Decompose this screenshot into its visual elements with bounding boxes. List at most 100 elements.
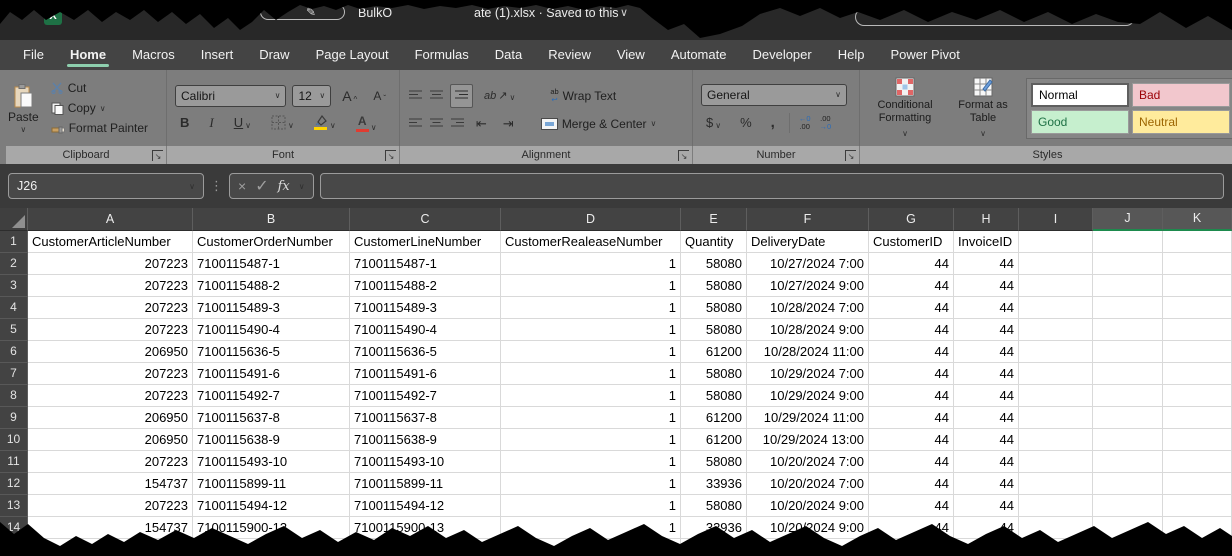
cell-A9[interactable]: 206950 [28, 407, 193, 429]
cell-E8[interactable]: 58080 [681, 385, 747, 407]
cell-D15[interactable] [501, 539, 681, 556]
cell-G10[interactable]: 44 [869, 429, 954, 451]
cell-E1[interactable]: Quantity [681, 231, 747, 253]
conditional-formatting-dropdown-icon[interactable]: ∨ [902, 127, 908, 140]
column-header-K[interactable]: K [1163, 208, 1232, 231]
cell-H8[interactable]: 44 [954, 385, 1019, 407]
cell-F7[interactable]: 10/29/2024 7:00 [747, 363, 869, 385]
tab-file[interactable]: File [10, 40, 57, 70]
cell-G6[interactable]: 44 [869, 341, 954, 363]
cell-A8[interactable]: 207223 [28, 385, 193, 407]
decrease-font-size-button[interactable]: Aˇ [368, 89, 391, 103]
cell-D12[interactable]: 1 [501, 473, 681, 495]
search-box-fragment[interactable] [855, 8, 1135, 26]
cell-G12[interactable]: 44 [869, 473, 954, 495]
cell-B14[interactable]: 7100115900-13 [193, 517, 350, 539]
cell-E10[interactable]: 61200 [681, 429, 747, 451]
format-as-table-dropdown-icon[interactable]: ∨ [980, 127, 986, 140]
cell-F9[interactable]: 10/29/2024 11:00 [747, 407, 869, 429]
cell-F10[interactable]: 10/29/2024 13:00 [747, 429, 869, 451]
cell-I3[interactable] [1019, 275, 1093, 297]
cell-I11[interactable] [1019, 451, 1093, 473]
row-header-1[interactable]: 1 [0, 231, 28, 253]
cell-H5[interactable]: 44 [954, 319, 1019, 341]
align-top-button[interactable] [408, 87, 423, 105]
increase-indent-button[interactable]: ⇥ [498, 116, 519, 132]
cell-E6[interactable]: 61200 [681, 341, 747, 363]
cell-D1[interactable]: CustomerRealeaseNumber [501, 231, 681, 253]
borders-dropdown-icon[interactable]: ∨ [288, 121, 294, 130]
cell-C4[interactable]: 7100115489-3 [350, 297, 501, 319]
font-color-dropdown-icon[interactable]: ∨ [371, 123, 377, 132]
decrease-decimal-button[interactable]: .00→0 [820, 115, 832, 131]
cell-B4[interactable]: 7100115489-3 [193, 297, 350, 319]
row-header-10[interactable]: 10 [0, 429, 28, 451]
italic-button[interactable]: I [204, 115, 218, 131]
cell-C13[interactable]: 7100115494-12 [350, 495, 501, 517]
cell-H9[interactable]: 44 [954, 407, 1019, 429]
bold-button[interactable]: B [175, 115, 194, 130]
tab-insert[interactable]: Insert [188, 40, 247, 70]
row-header-12[interactable]: 12 [0, 473, 28, 495]
tab-view[interactable]: View [604, 40, 658, 70]
cell-E5[interactable]: 58080 [681, 319, 747, 341]
tab-help[interactable]: Help [825, 40, 878, 70]
excel-app-icon[interactable]: X [44, 7, 62, 25]
cell-A4[interactable]: 207223 [28, 297, 193, 319]
paste-dropdown-icon[interactable]: ∨ [20, 125, 26, 134]
cell-E11[interactable]: 58080 [681, 451, 747, 473]
font-name-dropdown-icon[interactable]: ∨ [275, 91, 281, 100]
name-box-dropdown-icon[interactable]: ∨ [189, 182, 195, 191]
cell-C10[interactable]: 7100115638-9 [350, 429, 501, 451]
row-header-5[interactable]: 5 [0, 319, 28, 341]
cell-J9[interactable] [1093, 407, 1163, 429]
cell-H2[interactable]: 44 [954, 253, 1019, 275]
column-header-E[interactable]: E [681, 208, 747, 231]
cell-K11[interactable] [1163, 451, 1232, 473]
paste-button[interactable]: Paste ∨ [8, 83, 39, 134]
cell-A1[interactable]: CustomerArticleNumber [28, 231, 193, 253]
cell-I6[interactable] [1019, 341, 1093, 363]
cell-D6[interactable]: 1 [501, 341, 681, 363]
row-header-2[interactable]: 2 [0, 253, 28, 275]
cell-H3[interactable]: 44 [954, 275, 1019, 297]
cell-C12[interactable]: 7100115899-11 [350, 473, 501, 495]
cell-F13[interactable]: 10/20/2024 9:00 [747, 495, 869, 517]
tab-formulas[interactable]: Formulas [402, 40, 482, 70]
increase-font-size-button[interactable]: A^ [337, 88, 362, 104]
cancel-button[interactable]: × [238, 178, 246, 194]
cell-F5[interactable]: 10/28/2024 9:00 [747, 319, 869, 341]
cell-J2[interactable] [1093, 253, 1163, 275]
cell-F6[interactable]: 10/28/2024 11:00 [747, 341, 869, 363]
underline-dropdown-icon[interactable]: ∨ [245, 121, 251, 130]
font-size-combobox[interactable]: 12 ∨ [292, 85, 331, 107]
cell-B10[interactable]: 7100115638-9 [193, 429, 350, 451]
cell-B8[interactable]: 7100115492-7 [193, 385, 350, 407]
cell-F15[interactable] [747, 539, 869, 556]
cell-J8[interactable] [1093, 385, 1163, 407]
cell-G1[interactable]: CustomerID [869, 231, 954, 253]
cell-F11[interactable]: 10/20/2024 7:00 [747, 451, 869, 473]
cell-D5[interactable]: 1 [501, 319, 681, 341]
cell-B6[interactable]: 7100115636-5 [193, 341, 350, 363]
cell-A12[interactable]: 154737 [28, 473, 193, 495]
cell-H13[interactable]: 44 [954, 495, 1019, 517]
cell-G11[interactable]: 44 [869, 451, 954, 473]
cell-I9[interactable] [1019, 407, 1093, 429]
cell-I14[interactable] [1019, 517, 1093, 539]
number-dialog-launcher[interactable]: ↘ [845, 150, 856, 161]
cell-D7[interactable]: 1 [501, 363, 681, 385]
font-color-button[interactable]: A ∨ [351, 114, 382, 132]
borders-button[interactable]: ∨ [266, 115, 299, 130]
style-chip-bad[interactable]: Bad [1132, 83, 1230, 107]
cell-C1[interactable]: CustomerLineNumber [350, 231, 501, 253]
row-header-4[interactable]: 4 [0, 297, 28, 319]
row-header-8[interactable]: 8 [0, 385, 28, 407]
cell-G8[interactable]: 44 [869, 385, 954, 407]
cell-J1[interactable] [1093, 231, 1163, 253]
cell-F4[interactable]: 10/28/2024 7:00 [747, 297, 869, 319]
cell-H12[interactable]: 44 [954, 473, 1019, 495]
cell-K6[interactable] [1163, 341, 1232, 363]
cell-D10[interactable]: 1 [501, 429, 681, 451]
cell-B9[interactable]: 7100115637-8 [193, 407, 350, 429]
